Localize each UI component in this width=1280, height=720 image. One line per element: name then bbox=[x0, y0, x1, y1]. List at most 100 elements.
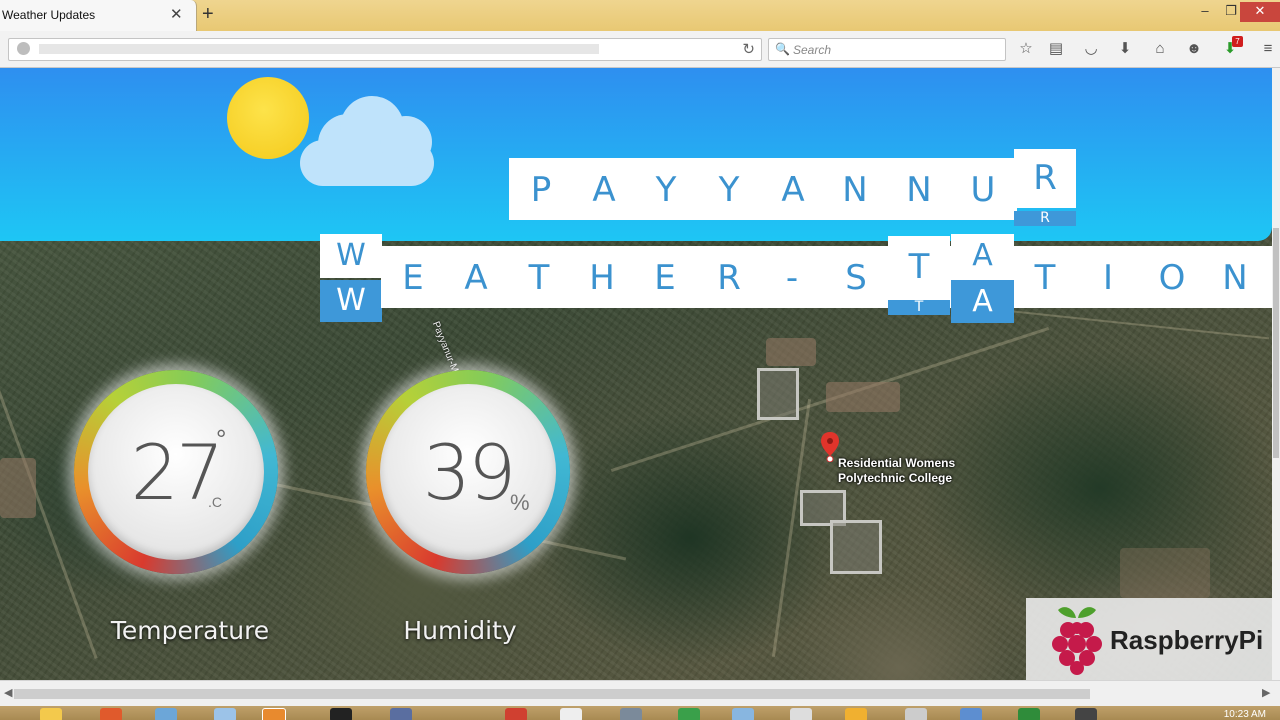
sun-icon bbox=[227, 77, 309, 159]
title-letter-flip: T bbox=[888, 300, 950, 315]
title-letter: Y bbox=[655, 170, 677, 210]
vertical-scrollbar[interactable] bbox=[1272, 68, 1280, 680]
url-bar[interactable]: ↻ bbox=[8, 38, 762, 61]
title-city: P A Y Y A N N U bbox=[509, 158, 1017, 220]
search-placeholder: Search bbox=[793, 43, 832, 57]
site-identity-icon[interactable] bbox=[17, 42, 30, 55]
vertical-scroll-thumb[interactable] bbox=[1273, 228, 1279, 458]
title-letter: I bbox=[1102, 258, 1114, 298]
explorer-taskbar-icon[interactable] bbox=[40, 708, 62, 720]
title-letter: N bbox=[1222, 258, 1248, 298]
app-taskbar-icon[interactable] bbox=[560, 708, 582, 720]
pocket-icon[interactable]: ◡ bbox=[1081, 39, 1101, 59]
menu-icon[interactable]: ≡ bbox=[1258, 39, 1278, 59]
app-taskbar-icon[interactable] bbox=[505, 708, 527, 720]
app-taskbar-icon[interactable] bbox=[155, 708, 177, 720]
horizontal-scroll-thumb[interactable] bbox=[14, 689, 1090, 699]
app-taskbar-icon[interactable] bbox=[620, 708, 642, 720]
title-letter: A bbox=[781, 170, 805, 210]
reading-list-icon[interactable]: ▤ bbox=[1046, 39, 1066, 59]
title-letter: E bbox=[402, 258, 424, 298]
title-letter: Y bbox=[718, 170, 740, 210]
close-tab-icon[interactable]: ✕ bbox=[170, 5, 183, 23]
raspberry-icon bbox=[1052, 607, 1102, 675]
search-input[interactable]: 🔍 Search bbox=[768, 38, 1006, 61]
temperature-dial: 27 ° .C bbox=[88, 384, 264, 560]
app-taskbar-icon[interactable] bbox=[790, 708, 812, 720]
title-letter: A bbox=[951, 234, 1014, 278]
taskbar: 10:23 AM bbox=[0, 706, 1280, 720]
app-taskbar-icon[interactable] bbox=[390, 708, 412, 720]
tab-weather-updates[interactable]: Weather Updates ✕ bbox=[0, 0, 197, 31]
title-letter: T bbox=[528, 258, 550, 298]
title-letter: N bbox=[906, 170, 932, 210]
title-letter: T bbox=[888, 236, 950, 298]
reload-icon[interactable]: ↻ bbox=[742, 40, 755, 58]
tab-bar: Weather Updates ✕ + ‒ ❐ ✕ bbox=[0, 0, 1280, 31]
weather-page: Payyanur-Maniyara Residential Womens Pol… bbox=[0, 68, 1272, 680]
title-letter: - bbox=[785, 258, 799, 298]
title-letter: A bbox=[464, 258, 488, 298]
raspberry-pi-text: RaspberryPi bbox=[1110, 625, 1264, 655]
title-letter: O bbox=[1158, 258, 1186, 298]
addon-badge: 7 bbox=[1232, 36, 1243, 47]
minimize-button[interactable]: ‒ bbox=[1192, 2, 1218, 22]
chrome-taskbar-icon[interactable] bbox=[100, 708, 122, 720]
app-taskbar-icon[interactable] bbox=[732, 708, 754, 720]
app-taskbar-icon[interactable] bbox=[214, 708, 236, 720]
app-taskbar-icon[interactable] bbox=[845, 708, 867, 720]
title-station: E A T H E R - S T I O N bbox=[381, 246, 1272, 308]
humidity-dial: 39 % bbox=[380, 384, 556, 560]
temperature-label: Temperature bbox=[110, 616, 270, 645]
map-place-label: Residential Womens Polytechnic College bbox=[838, 456, 955, 486]
title-letter: S bbox=[845, 258, 867, 298]
scroll-right-arrow-icon[interactable]: ▶ bbox=[1262, 686, 1270, 699]
title-letter-flip: A bbox=[951, 280, 1014, 323]
close-window-button[interactable]: ✕ bbox=[1240, 2, 1280, 22]
title-letter: W bbox=[320, 234, 382, 278]
title-letter: T bbox=[1034, 258, 1056, 298]
map-pin-icon[interactable] bbox=[820, 432, 840, 462]
terminal-taskbar-icon[interactable] bbox=[330, 708, 352, 720]
firefox-taskbar-icon[interactable] bbox=[262, 708, 286, 720]
home-icon[interactable]: ⌂ bbox=[1150, 39, 1170, 59]
url-text bbox=[39, 44, 599, 54]
nav-bar: ↻ 🔍 Search ☆ ▤ ◡ ⬇ ⌂ ☻ ⬇ ≡ bbox=[0, 31, 1280, 68]
place-label-line-2: Polytechnic College bbox=[838, 471, 953, 485]
raspberry-pi-logo: RaspberryPi bbox=[1026, 598, 1272, 680]
temperature-gauge: 27 ° .C bbox=[74, 370, 278, 574]
temperature-unit: .C bbox=[208, 494, 222, 510]
title-letter: R bbox=[1014, 149, 1076, 208]
title-letter-flip: R bbox=[1014, 211, 1076, 226]
new-tab-button[interactable]: + bbox=[202, 3, 214, 26]
temperature-value: 27 bbox=[130, 428, 225, 517]
title-letter: U bbox=[970, 170, 996, 210]
title-letter: H bbox=[589, 258, 615, 298]
star-icon[interactable]: ☆ bbox=[1016, 39, 1036, 59]
humidity-gauge: 39 % bbox=[366, 370, 570, 574]
download-icon[interactable]: ⬇ bbox=[1115, 39, 1135, 59]
degree-symbol: ° bbox=[216, 424, 227, 454]
app-taskbar-icon[interactable] bbox=[960, 708, 982, 720]
horizontal-scrollbar[interactable]: ◀ ▶ bbox=[0, 680, 1280, 707]
title-letter-flip: W bbox=[320, 280, 382, 322]
title-letter: E bbox=[654, 258, 676, 298]
place-label-line-1: Residential Womens bbox=[838, 456, 956, 470]
tab-title: Weather Updates bbox=[2, 8, 96, 22]
app-taskbar-icon[interactable] bbox=[1018, 708, 1040, 720]
humidity-unit: % bbox=[510, 490, 530, 515]
search-icon: 🔍 bbox=[775, 42, 790, 56]
humidity-value: 39 bbox=[422, 428, 517, 517]
app-taskbar-icon[interactable] bbox=[678, 708, 700, 720]
title-letter: A bbox=[592, 170, 616, 210]
humidity-label: Humidity bbox=[403, 616, 517, 645]
app-taskbar-icon[interactable] bbox=[1075, 708, 1097, 720]
taskbar-clock[interactable]: 10:23 AM bbox=[1224, 709, 1266, 720]
app-taskbar-icon[interactable] bbox=[905, 708, 927, 720]
chat-icon[interactable]: ☻ bbox=[1184, 39, 1204, 59]
title-letter: P bbox=[530, 170, 552, 210]
title-letter: R bbox=[717, 258, 741, 298]
title-letter: N bbox=[842, 170, 868, 210]
scroll-left-arrow-icon[interactable]: ◀ bbox=[4, 686, 12, 699]
cloud-icon bbox=[300, 96, 434, 188]
